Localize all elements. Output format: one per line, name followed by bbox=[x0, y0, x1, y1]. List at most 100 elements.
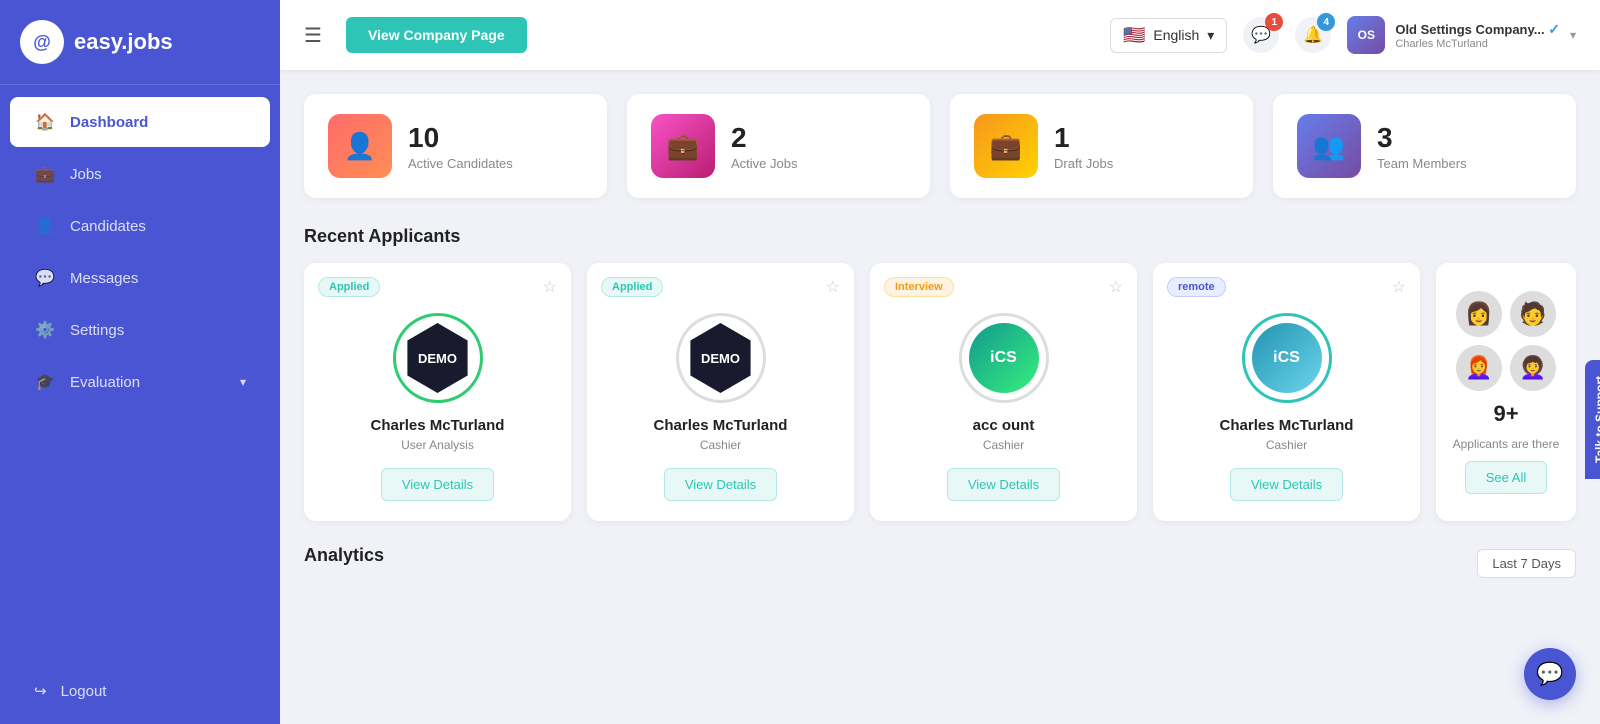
star-icon-3[interactable]: ☆ bbox=[1109, 277, 1123, 297]
sidebar-item-label: Candidates bbox=[70, 218, 146, 235]
avatar-grid: 👩 🧑 👩‍🦰 👩‍🦱 bbox=[1456, 291, 1556, 391]
stat-icon-draft: 💼 bbox=[974, 114, 1038, 178]
applicant-name-1: Charles McTurland bbox=[371, 417, 505, 434]
view-details-button-2[interactable]: View Details bbox=[664, 468, 777, 501]
menu-icon[interactable]: ☰ bbox=[304, 23, 322, 48]
stat-card-team-members: 👥 3 Team Members bbox=[1273, 94, 1576, 198]
messages-icon: 💬 bbox=[34, 267, 56, 289]
dashboard-icon: 🏠 bbox=[34, 111, 56, 133]
logout-label: Logout bbox=[61, 683, 107, 700]
applicant-role-3: Cashier bbox=[983, 438, 1024, 452]
view-details-button-1[interactable]: View Details bbox=[381, 468, 494, 501]
sidebar-item-label: Messages bbox=[70, 270, 138, 287]
profile-chevron-icon: ▾ bbox=[1570, 28, 1576, 42]
stat-card-active-jobs: 💼 2 Active Jobs bbox=[627, 94, 930, 198]
messages-button[interactable]: 💬 1 bbox=[1243, 17, 1279, 53]
header: ☰ View Company Page 🇺🇸 English ▾ 💬 1 🔔 4… bbox=[280, 0, 1600, 70]
more-count: 9+ bbox=[1493, 401, 1518, 427]
candidates-icon: 👤 bbox=[34, 215, 56, 237]
company-avatar: OS bbox=[1347, 16, 1385, 54]
applicants-there-label: Applicants are there bbox=[1453, 437, 1560, 451]
flag-icon: 🇺🇸 bbox=[1123, 25, 1145, 46]
badge-applied-1: Applied bbox=[318, 277, 380, 297]
analytics-section: Analytics Last 7 Days bbox=[304, 545, 1576, 582]
logout-button[interactable]: ↪ Logout bbox=[10, 668, 270, 714]
stat-card-active-candidates: 👤 10 Active Candidates bbox=[304, 94, 607, 198]
main-area: ☰ View Company Page 🇺🇸 English ▾ 💬 1 🔔 4… bbox=[280, 0, 1600, 724]
stat-count-candidates: 10 bbox=[408, 122, 513, 154]
settings-icon: ⚙️ bbox=[34, 319, 56, 341]
language-label: English bbox=[1153, 27, 1199, 43]
stat-card-draft-jobs: 💼 1 Draft Jobs bbox=[950, 94, 1253, 198]
star-icon-4[interactable]: ☆ bbox=[1392, 277, 1406, 297]
company-name: Old Settings Company... ✓ bbox=[1395, 21, 1560, 38]
applicant-name-3: acc ount bbox=[973, 417, 1035, 434]
recent-applicants-section: Recent Applicants Applied ☆ DEMO Charles… bbox=[304, 226, 1576, 521]
badge-interview-3: Interview bbox=[884, 277, 954, 297]
jobs-icon: 💼 bbox=[34, 163, 56, 185]
ics-logo-4: iCS bbox=[1252, 323, 1322, 393]
sidebar-item-settings[interactable]: ⚙️ Settings bbox=[10, 305, 270, 355]
stats-row: 👤 10 Active Candidates 💼 2 Active Jobs 💼… bbox=[304, 94, 1576, 198]
sidebar-item-dashboard[interactable]: 🏠 Dashboard bbox=[10, 97, 270, 147]
talk-to-support-button[interactable]: Talk to Support bbox=[1585, 360, 1600, 479]
demo-logo-2: DEMO bbox=[686, 323, 756, 393]
stat-label-candidates: Active Candidates bbox=[408, 156, 513, 171]
avatar-ring-2: DEMO bbox=[676, 313, 766, 403]
applicants-row: Applied ☆ DEMO Charles McTurland User An… bbox=[304, 263, 1576, 521]
chevron-down-icon: ▾ bbox=[240, 375, 246, 389]
sidebar-nav: 🏠 Dashboard 💼 Jobs 👤 Candidates 💬 Messag… bbox=[0, 85, 280, 658]
messages-badge: 1 bbox=[1265, 13, 1283, 31]
sidebar-item-label: Settings bbox=[70, 322, 124, 339]
applicant-card-4: remote ☆ iCS Charles McTurland Cashier V… bbox=[1153, 263, 1420, 521]
view-company-button[interactable]: View Company Page bbox=[346, 17, 527, 53]
sidebar-item-evaluation[interactable]: 🎓 Evaluation ▾ bbox=[10, 357, 270, 407]
badge-remote-4: remote bbox=[1167, 277, 1226, 297]
stat-count-jobs: 2 bbox=[731, 122, 797, 154]
stat-label-jobs: Active Jobs bbox=[731, 156, 797, 171]
logout-icon: ↪ bbox=[34, 682, 47, 700]
view-details-button-3[interactable]: View Details bbox=[947, 468, 1060, 501]
language-selector[interactable]: 🇺🇸 English ▾ bbox=[1110, 18, 1227, 53]
chat-fab-button[interactable]: 💬 bbox=[1524, 648, 1576, 700]
chat-fab-icon: 💬 bbox=[1536, 661, 1563, 687]
company-profile[interactable]: OS Old Settings Company... ✓ Charles McT… bbox=[1347, 16, 1576, 54]
mini-avatar-4: 👩‍🦱 bbox=[1510, 345, 1556, 391]
applicant-card-2: Applied ☆ DEMO Charles McTurland Cashier… bbox=[587, 263, 854, 521]
verified-icon: ✓ bbox=[1548, 21, 1560, 37]
sidebar-item-messages[interactable]: 💬 Messages bbox=[10, 253, 270, 303]
applicant-card-3: Interview ☆ iCS acc ount Cashier View De… bbox=[870, 263, 1137, 521]
notifications-button[interactable]: 🔔 4 bbox=[1295, 17, 1331, 53]
sidebar: @ easy.jobs 🏠 Dashboard 💼 Jobs 👤 Candida… bbox=[0, 0, 280, 724]
view-details-button-4[interactable]: View Details bbox=[1230, 468, 1343, 501]
avatar-ring-3: iCS bbox=[959, 313, 1049, 403]
stat-label-team: Team Members bbox=[1377, 156, 1467, 171]
applicant-name-4: Charles McTurland bbox=[1220, 417, 1354, 434]
applicant-role-1: User Analysis bbox=[401, 438, 474, 452]
sidebar-item-label: Jobs bbox=[70, 166, 102, 183]
stat-count-team: 3 bbox=[1377, 122, 1467, 154]
star-icon-1[interactable]: ☆ bbox=[543, 277, 557, 297]
ics-logo-3: iCS bbox=[969, 323, 1039, 393]
applicant-role-2: Cashier bbox=[700, 438, 741, 452]
avatar-ring-4: iCS bbox=[1242, 313, 1332, 403]
stat-count-draft: 1 bbox=[1054, 122, 1113, 154]
applicant-name-2: Charles McTurland bbox=[654, 417, 788, 434]
stat-icon-jobs: 💼 bbox=[651, 114, 715, 178]
sidebar-item-candidates[interactable]: 👤 Candidates bbox=[10, 201, 270, 251]
see-all-button[interactable]: See All bbox=[1465, 461, 1547, 494]
stat-icon-team: 👥 bbox=[1297, 114, 1361, 178]
mini-avatar-1: 👩 bbox=[1456, 291, 1502, 337]
mini-avatar-2: 🧑 bbox=[1510, 291, 1556, 337]
applicant-card-1: Applied ☆ DEMO Charles McTurland User An… bbox=[304, 263, 571, 521]
stat-label-draft: Draft Jobs bbox=[1054, 156, 1113, 171]
sidebar-item-jobs[interactable]: 💼 Jobs bbox=[10, 149, 270, 199]
analytics-title: Analytics bbox=[304, 545, 384, 566]
badge-applied-2: Applied bbox=[601, 277, 663, 297]
stat-icon-candidates: 👤 bbox=[328, 114, 392, 178]
sidebar-item-label: Dashboard bbox=[70, 114, 148, 131]
app-name: easy.jobs bbox=[74, 29, 173, 55]
brand-logo[interactable]: @ easy.jobs bbox=[0, 0, 280, 85]
star-icon-2[interactable]: ☆ bbox=[826, 277, 840, 297]
period-selector-button[interactable]: Last 7 Days bbox=[1477, 549, 1576, 578]
